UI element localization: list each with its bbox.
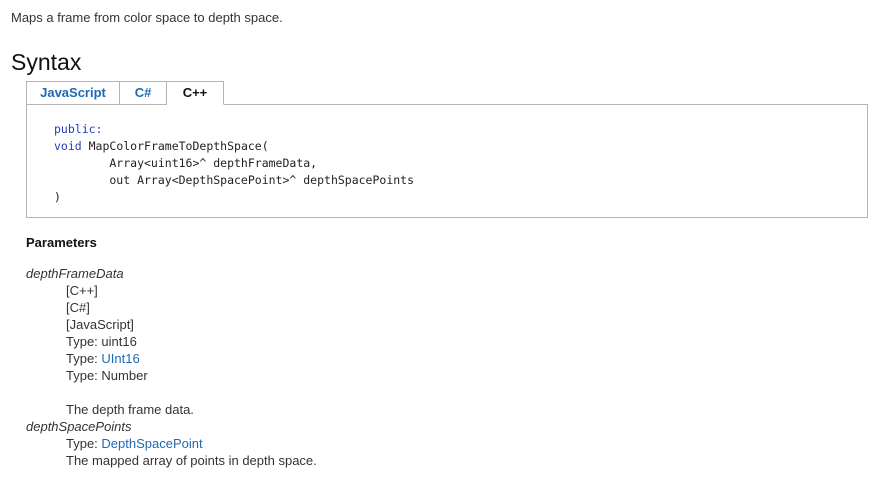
code-param-depth-space-points: out Array<DepthSpacePoint>^ depthSpacePo… <box>54 173 415 187</box>
type-value-uint16: uint16 <box>101 334 137 349</box>
language-tabs: JavaScript C# C++ <box>26 81 224 105</box>
param-lang-javascript: [JavaScript] <box>66 317 134 332</box>
syntax-heading: Syntax <box>11 49 82 75</box>
uint16-link[interactable]: UInt16 <box>101 351 139 366</box>
code-param-depth-frame-data: Array<uint16>^ depthFrameData, <box>54 156 318 170</box>
tab-csharp[interactable]: C# <box>120 81 167 105</box>
code-keyword-public: public: <box>54 122 103 136</box>
type-prefix: Type: <box>66 351 102 366</box>
summary-text: Maps a frame from color space to depth s… <box>11 10 283 25</box>
type-value-number: Number <box>101 368 148 383</box>
param-type-depth-space-points: Type: DepthSpacePoint <box>66 436 203 451</box>
code-snippet: public: void MapColorFrameToDepthSpace( … <box>54 121 414 206</box>
tab-cpp[interactable]: C++ <box>167 81 224 105</box>
type-prefix: Type: <box>66 368 102 383</box>
depth-space-point-link[interactable]: DepthSpacePoint <box>101 436 202 451</box>
type-prefix: Type: <box>66 334 102 349</box>
type-prefix: Type: <box>66 436 102 451</box>
code-function-signature: MapColorFrameToDepthSpace( <box>81 139 269 153</box>
parameters-heading: Parameters <box>26 235 97 250</box>
code-closing-paren: ) <box>54 190 61 204</box>
param-description-depth-frame-data: The depth frame data. <box>66 402 194 417</box>
param-name-depth-frame-data: depthFrameData <box>26 266 124 281</box>
tab-javascript[interactable]: JavaScript <box>26 81 120 105</box>
code-block: public: void MapColorFrameToDepthSpace( … <box>26 104 868 218</box>
param-name-depth-space-points: depthSpacePoints <box>26 419 132 434</box>
param-description-depth-space-points: The mapped array of points in depth spac… <box>66 453 317 468</box>
param-type-cpp: Type: uint16 <box>66 334 137 349</box>
param-lang-csharp: [C#] <box>66 300 90 315</box>
param-lang-cpp: [C++] <box>66 283 98 298</box>
code-keyword-void: void <box>54 139 82 153</box>
param-type-javascript: Type: Number <box>66 368 148 383</box>
param-type-csharp: Type: UInt16 <box>66 351 140 366</box>
